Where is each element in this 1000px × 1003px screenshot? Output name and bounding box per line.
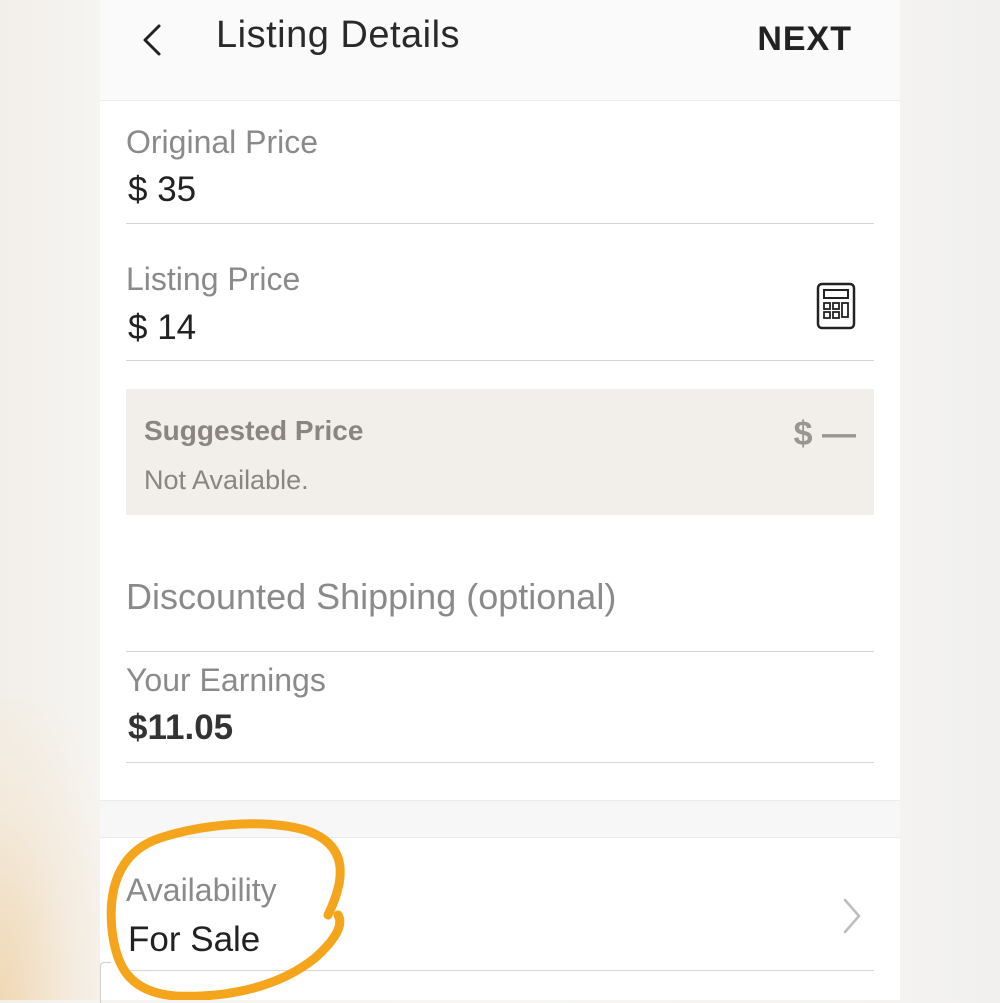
earnings-field: Your Earnings $11.05 <box>126 0 874 764</box>
chevron-right-icon <box>843 898 861 934</box>
earnings-label: Your Earnings <box>126 662 326 698</box>
tab-edge <box>100 962 111 1003</box>
background-glow <box>0 700 110 1000</box>
listing-details-screen: Listing Details NEXT Original Price $ 35… <box>100 0 900 1000</box>
divider <box>126 970 874 971</box>
availability-value: For Sale <box>128 920 261 959</box>
availability-row[interactable]: Availability For Sale <box>100 837 900 1000</box>
section-separator <box>100 800 900 838</box>
availability-label: Availability <box>126 872 277 908</box>
divider <box>126 762 874 763</box>
earnings-value: $11.05 <box>128 708 234 747</box>
